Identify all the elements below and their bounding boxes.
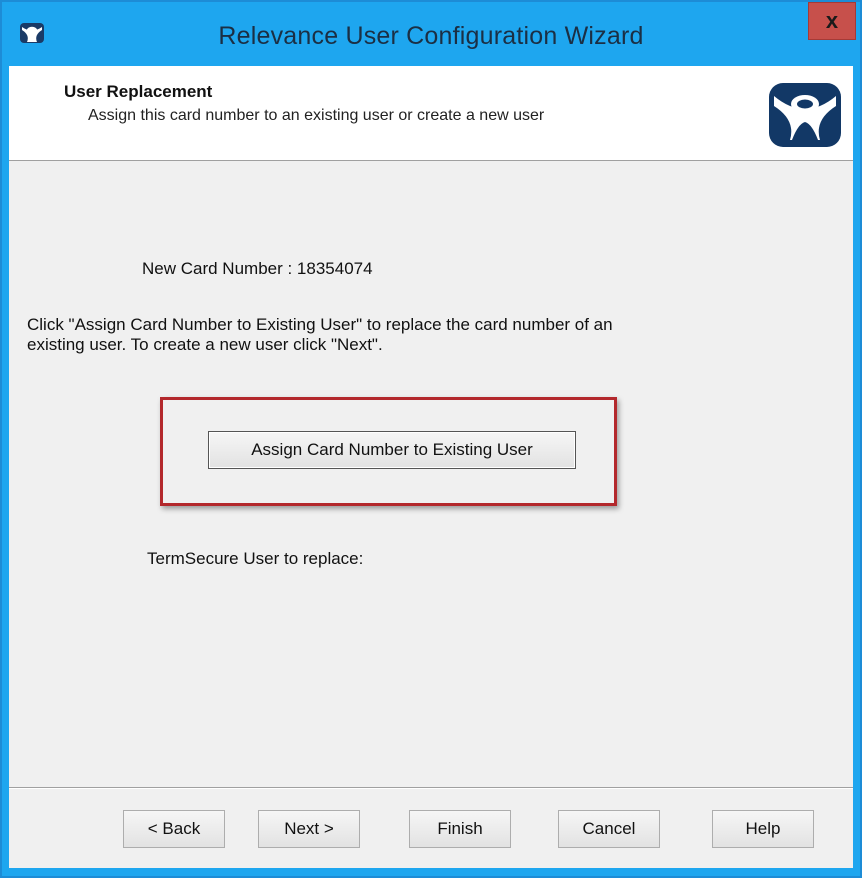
relevance-logo-icon (769, 83, 841, 147)
title-bar[interactable]: Relevance User Configuration Wizard x (2, 2, 860, 66)
page-subtitle: Assign this card number to an existing u… (88, 107, 545, 124)
next-button[interactable]: Next > (258, 810, 360, 848)
window-title: Relevance User Configuration Wizard (218, 22, 644, 50)
replace-user-label: TermSecure User to replace: (147, 549, 364, 568)
footer-separator (9, 787, 853, 789)
wizard-window: Relevance User Configuration Wizard x Us… (0, 0, 862, 878)
close-icon: x (825, 8, 839, 33)
wizard-client-area: User Replacement Assign this card number… (9, 66, 853, 868)
help-button[interactable]: Help (712, 810, 814, 848)
close-button[interactable]: x (808, 2, 856, 40)
page-title: User Replacement (64, 82, 213, 101)
instructions-line-2: existing user. To create a new user clic… (27, 335, 383, 354)
assign-card-number-button[interactable]: Assign Card Number to Existing User (208, 431, 576, 469)
wizard-header: User Replacement Assign this card number… (9, 66, 853, 161)
instructions-line-1: Click "Assign Card Number to Existing Us… (27, 315, 613, 334)
new-card-number-text: New Card Number : 18354074 (142, 259, 373, 278)
cancel-button[interactable]: Cancel (558, 810, 660, 848)
finish-button[interactable]: Finish (409, 810, 511, 848)
back-button[interactable]: < Back (123, 810, 225, 848)
